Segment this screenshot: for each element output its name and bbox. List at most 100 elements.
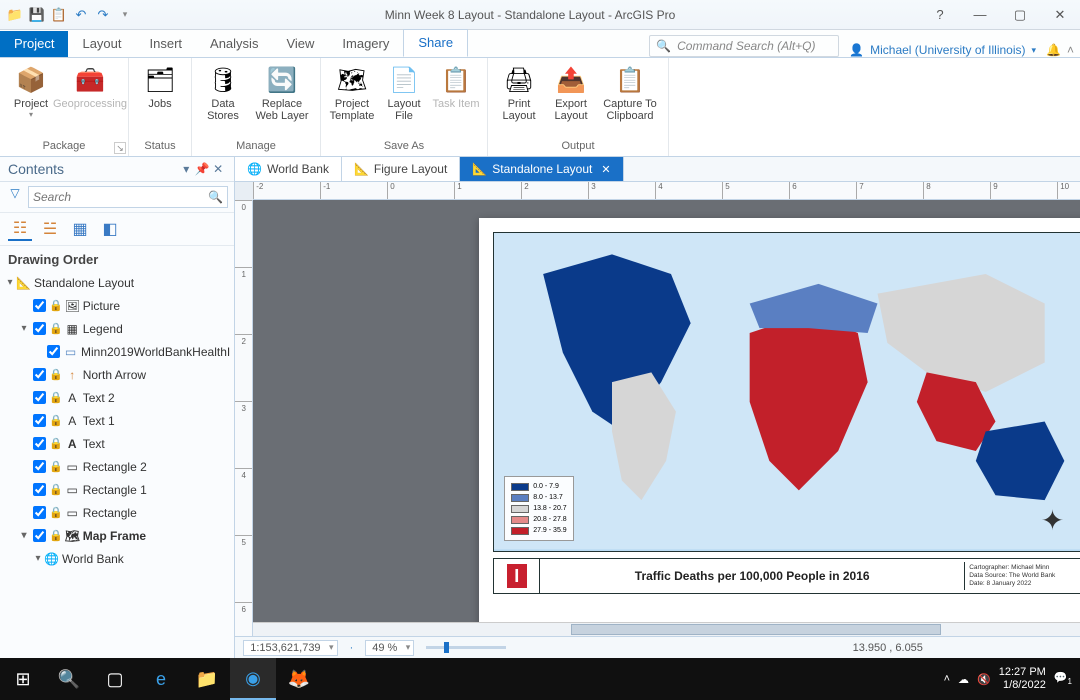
- ie-icon[interactable]: e: [138, 658, 184, 700]
- qat-customize-icon[interactable]: ▾: [116, 6, 134, 24]
- quick-access-toolbar: 📁 💾 📋 ↶ ↷ ▾: [0, 6, 140, 24]
- tab-insert[interactable]: Insert: [136, 31, 197, 57]
- drawing-order-icon[interactable]: ☷: [8, 217, 32, 241]
- tab-analysis[interactable]: Analysis: [196, 31, 272, 57]
- contents-search[interactable]: 🔍: [28, 186, 228, 208]
- system-tray[interactable]: ˄ ☁ 🔇 12:27 PM1/8/2022 💬1: [936, 666, 1080, 692]
- tree-node[interactable]: 🔒↑North Arrow: [4, 363, 230, 386]
- doctab-worldbank[interactable]: 🌐World Bank: [235, 157, 342, 181]
- tree-node[interactable]: ▾🌐World Bank: [4, 547, 230, 570]
- scale-selector[interactable]: 1:153,621,739: [243, 640, 337, 656]
- print-layout-button[interactable]: 🖨Print Layout: [494, 62, 544, 138]
- data-stores-button[interactable]: 🛢Data Stores: [198, 62, 248, 138]
- contents-header: Contents ▾ 📌 ✕: [0, 157, 234, 182]
- ribbon-collapse-icon[interactable]: ˄: [1067, 43, 1074, 57]
- undo-icon[interactable]: ↶: [72, 6, 90, 24]
- doctab-standalone[interactable]: 📐Standalone Layout✕: [460, 157, 623, 181]
- contents-title: Contents: [8, 161, 64, 177]
- taskbar-clock[interactable]: 12:27 PM1/8/2022: [999, 666, 1046, 692]
- horizontal-ruler: -2-1012345678910111213: [253, 182, 1080, 200]
- tab-project[interactable]: Project: [0, 31, 68, 57]
- tree-node[interactable]: 🔒▭Rectangle 2: [4, 455, 230, 478]
- snapping-icon[interactable]: ◧: [98, 217, 122, 241]
- window-title: Minn Week 8 Layout - Standalone Layout -…: [140, 8, 920, 22]
- package-dialog-icon[interactable]: ↘: [114, 142, 126, 154]
- document-area: 🌐World Bank 📐Figure Layout 📐Standalone L…: [235, 157, 1080, 658]
- scale-info-icon[interactable]: ·: [350, 642, 354, 654]
- geoproc-icon: 🧰: [74, 64, 106, 96]
- tab-imagery[interactable]: Imagery: [328, 31, 403, 57]
- tree-node[interactable]: ▭Minn2019WorldBankHealthI: [4, 340, 230, 363]
- tab-view[interactable]: View: [272, 31, 328, 57]
- arcgis-icon[interactable]: ◉: [230, 658, 276, 700]
- filter-icon[interactable]: ▽: [6, 186, 24, 208]
- group-manage: 🛢Data Stores 🔄Replace Web Layer Manage: [192, 58, 321, 156]
- title-bar: 📁 💾 📋 ↶ ↷ ▾ Minn Week 8 Layout - Standal…: [0, 0, 1080, 30]
- tree-node[interactable]: 🔒▭Rectangle: [4, 501, 230, 524]
- explorer-icon[interactable]: 📁: [184, 658, 230, 700]
- group-saveas: 🗺Project Template 📄Layout File 📋Task Ite…: [321, 58, 488, 156]
- datastore-icon: 🛢: [207, 64, 239, 96]
- maximize-icon[interactable]: ▢: [1000, 1, 1040, 29]
- tree-node[interactable]: 🔒▭Rectangle 1: [4, 478, 230, 501]
- zoom-selector[interactable]: 49 %: [365, 640, 414, 656]
- replace-weblayer-button[interactable]: 🔄Replace Web Layer: [250, 62, 314, 138]
- layout-page: 0.0 - 7.98.0 - 13.713.8 - 20.720.8 - 27.…: [479, 218, 1080, 628]
- pane-close-icon[interactable]: ✕: [210, 162, 226, 176]
- close-icon[interactable]: ✕: [1040, 1, 1080, 29]
- tab-layout[interactable]: Layout: [68, 31, 135, 57]
- list-by-icon[interactable]: ☱: [38, 217, 62, 241]
- tree-node[interactable]: 🔒AText 1: [4, 409, 230, 432]
- tree-node[interactable]: 🔒🖼Picture: [4, 294, 230, 317]
- tab-close-icon[interactable]: ✕: [601, 163, 610, 176]
- tray-app-icon[interactable]: ☁: [958, 673, 969, 686]
- horizontal-scrollbar[interactable]: [253, 622, 1080, 636]
- tab-share[interactable]: Share: [403, 29, 468, 57]
- print-icon: 🖨: [503, 64, 535, 96]
- layoutfile-icon: 📄: [388, 64, 420, 96]
- volume-icon[interactable]: 🔇: [977, 673, 991, 686]
- doctab-figure[interactable]: 📐Figure Layout: [342, 157, 460, 181]
- layout-canvas[interactable]: 0.0 - 7.98.0 - 13.713.8 - 20.720.8 - 27.…: [253, 200, 1080, 636]
- tree-node[interactable]: ▾🔒🗺Map Frame: [4, 524, 230, 547]
- jobs-button[interactable]: 🗂Jobs: [135, 62, 185, 138]
- tray-chevron-icon[interactable]: ˄: [944, 673, 950, 685]
- tree-node[interactable]: ▾🔒▦Legend: [4, 317, 230, 340]
- notification-icon[interactable]: 🔔: [1046, 43, 1061, 57]
- taskview-icon[interactable]: ▢: [92, 658, 138, 700]
- project-template-button[interactable]: 🗺Project Template: [327, 62, 377, 138]
- capture-clipboard-button[interactable]: 📋Capture To Clipboard: [598, 62, 662, 138]
- export-layout-button[interactable]: 📤Export Layout: [546, 62, 596, 138]
- north-arrow-icon: ✦: [1041, 504, 1064, 537]
- paste-icon[interactable]: 📋: [50, 6, 68, 24]
- open-icon[interactable]: 📁: [6, 6, 24, 24]
- action-center-icon[interactable]: 💬1: [1054, 671, 1072, 686]
- jobs-icon: 🗂: [144, 64, 176, 96]
- project-package-button[interactable]: 📦Project▾: [6, 62, 56, 138]
- pane-dropdown-icon[interactable]: ▾: [178, 162, 194, 176]
- selection-icon[interactable]: ▦: [68, 217, 92, 241]
- redo-icon[interactable]: ↷: [94, 6, 112, 24]
- layout-file-button[interactable]: 📄Layout File: [379, 62, 429, 138]
- user-dropdown-icon: ▾: [1032, 45, 1037, 56]
- contents-search-input[interactable]: [33, 190, 208, 204]
- export-icon: 📤: [555, 64, 587, 96]
- pane-pin-icon[interactable]: 📌: [194, 162, 210, 176]
- firefox-icon[interactable]: 🦊: [276, 658, 322, 700]
- minimize-icon[interactable]: —: [960, 1, 1000, 29]
- zoom-slider[interactable]: [426, 646, 506, 649]
- map-frame[interactable]: 0.0 - 7.98.0 - 13.713.8 - 20.720.8 - 27.…: [493, 232, 1080, 552]
- layout-icon: 📐: [354, 162, 369, 176]
- tree-node[interactable]: 🔒AText: [4, 432, 230, 455]
- start-button[interactable]: ⊞: [0, 658, 46, 700]
- map-icon: 🌐: [247, 162, 262, 176]
- layout-icon: 📐: [472, 162, 487, 176]
- save-icon[interactable]: 💾: [28, 6, 46, 24]
- user-badge[interactable]: 👤 Michael (University of Illinois) ▾ 🔔 ˄: [849, 43, 1080, 57]
- search-taskbar-icon[interactable]: 🔍: [46, 658, 92, 700]
- command-search[interactable]: 🔍 Command Search (Alt+Q): [649, 35, 839, 57]
- help-icon[interactable]: ?: [920, 1, 960, 29]
- command-search-placeholder: Command Search (Alt+Q): [677, 39, 815, 53]
- tree-root[interactable]: ▾📐Standalone Layout: [4, 271, 230, 294]
- tree-node[interactable]: 🔒AText 2: [4, 386, 230, 409]
